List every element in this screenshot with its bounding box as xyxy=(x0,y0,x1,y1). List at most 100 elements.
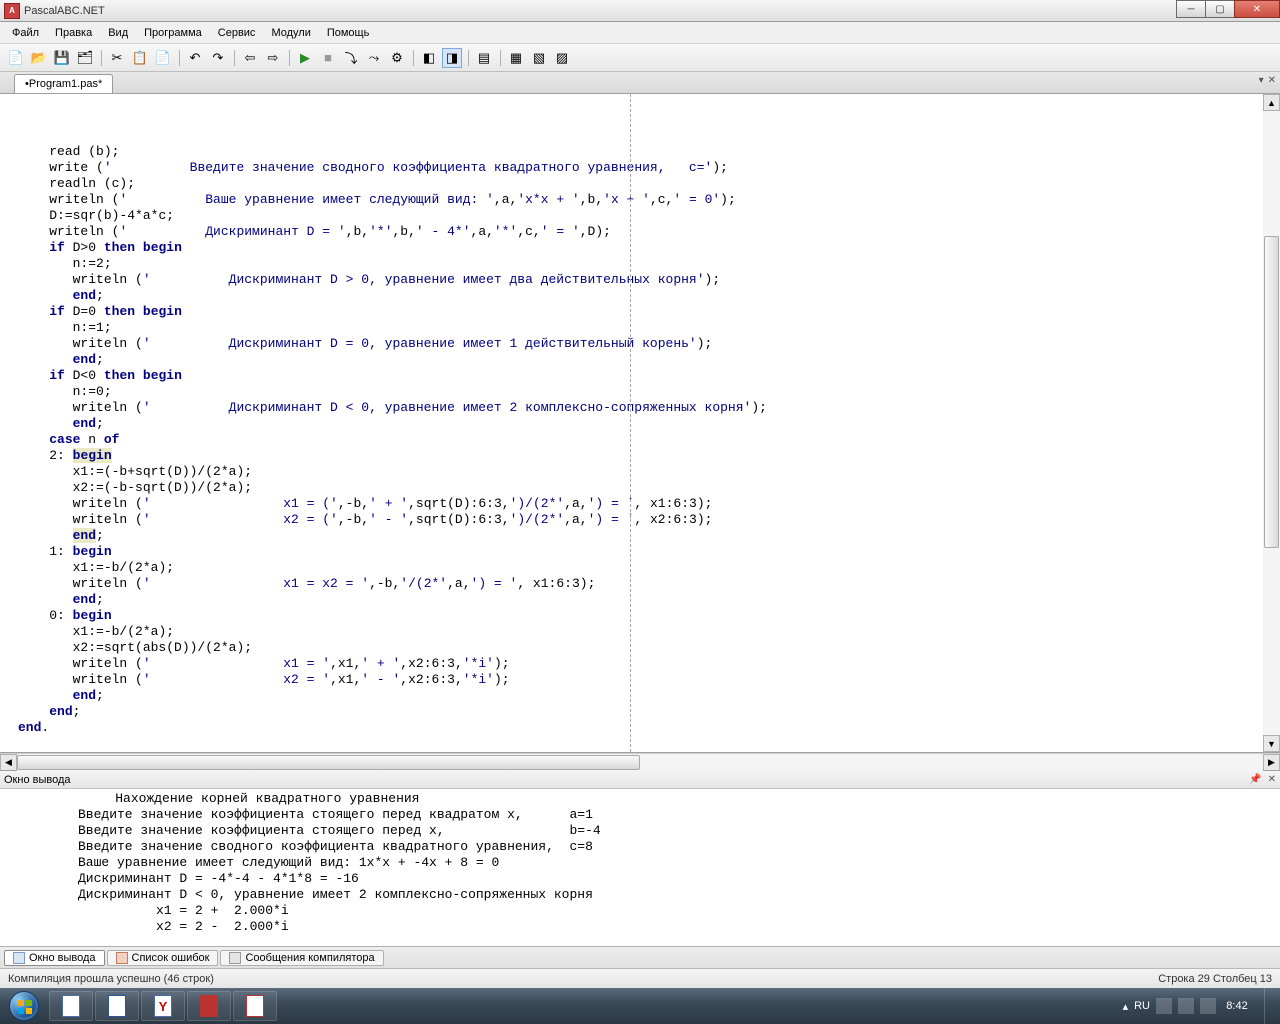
code-line: if D>0 then begin xyxy=(18,240,1274,256)
show-desktop-button[interactable] xyxy=(1264,988,1274,1024)
misc-2-icon[interactable]: ▧ xyxy=(529,48,549,68)
menu-edit[interactable]: Правка xyxy=(47,25,100,41)
code-line: end; xyxy=(18,416,1274,432)
explorer-icon xyxy=(62,995,80,1017)
code-line: if D<0 then begin xyxy=(18,368,1274,384)
code-line: x1:=-b/(2*a); xyxy=(18,624,1274,640)
new-file-icon[interactable]: 📄 xyxy=(6,48,26,68)
menu-file[interactable]: Файл xyxy=(4,25,47,41)
tab-label: •Program1.pas* xyxy=(25,78,102,90)
step-into-icon[interactable]: ⤵ xyxy=(341,48,361,68)
tab-output[interactable]: Окно вывода xyxy=(4,950,105,966)
copy-icon[interactable]: 📋 xyxy=(130,48,150,68)
yandex-icon: Y xyxy=(154,995,172,1017)
stop-icon[interactable]: ■ xyxy=(318,48,338,68)
tray-lang[interactable]: RU xyxy=(1134,1000,1150,1012)
editor-tab-program1[interactable]: •Program1.pas* xyxy=(14,74,113,93)
compile-icon[interactable]: ⚙ xyxy=(387,48,407,68)
save-all-icon[interactable]: 🗂 xyxy=(75,48,95,68)
code-line: x2:=(-b-sqrt(D))/(2*a); xyxy=(18,480,1274,496)
separator xyxy=(176,48,182,68)
taskbar-app-explorer[interactable] xyxy=(49,991,93,1021)
code-line: writeln (' x1 = x2 = ',-b,'/(2*',a,') = … xyxy=(18,576,1274,592)
close-button[interactable]: ✕ xyxy=(1234,0,1280,18)
tray-clock[interactable]: 8:42 xyxy=(1222,1000,1252,1012)
scroll-thumb-h[interactable] xyxy=(17,755,640,770)
taskbar-app-word[interactable] xyxy=(95,991,139,1021)
tab-dropdown-icon[interactable]: ▾ xyxy=(1259,75,1264,86)
output-tab-icon xyxy=(13,952,25,964)
step-over-icon[interactable]: ⤳ xyxy=(364,48,384,68)
code-line: end; xyxy=(18,592,1274,608)
tray-flag-icon[interactable] xyxy=(1156,998,1172,1014)
maximize-button[interactable]: ▢ xyxy=(1205,0,1235,18)
open-file-icon[interactable]: 📂 xyxy=(29,48,49,68)
print-margin xyxy=(630,94,631,752)
tab-errors[interactable]: Список ошибок xyxy=(107,950,219,966)
code-line: n:=0; xyxy=(18,384,1274,400)
code-editor[interactable]: read (b); write (' Введите значение свод… xyxy=(0,94,1280,752)
messages-tab-icon xyxy=(229,952,241,964)
code-line: case n of xyxy=(18,432,1274,448)
output-body[interactable]: Нахождение корней квадратного уравнения … xyxy=(0,789,1280,946)
code-line: writeln (' Ваше уравнение имеет следующи… xyxy=(18,192,1274,208)
scroll-down-icon[interactable]: ▼ xyxy=(1263,735,1280,752)
panel-close-icon[interactable]: ✕ xyxy=(1268,774,1276,785)
toggle-1-icon[interactable]: ◧ xyxy=(419,48,439,68)
separator xyxy=(98,48,104,68)
toolbar: 📄 📂 💾 🗂 ✂ 📋 📄 ↶ ↷ ⇦ ⇨ ▶ ■ ⤵ ⤳ ⚙ ◧ ◨ ▤ ▦ … xyxy=(0,44,1280,72)
tab-messages[interactable]: Сообщения компилятора xyxy=(220,950,383,966)
separator xyxy=(286,48,292,68)
vertical-scrollbar[interactable]: ▲ ▼ xyxy=(1263,94,1280,752)
taskbar-app-yandex[interactable]: Y xyxy=(141,991,185,1021)
minimize-button[interactable]: ─ xyxy=(1176,0,1206,18)
tray-volume-icon[interactable] xyxy=(1200,998,1216,1014)
code-line: read (b); xyxy=(18,144,1274,160)
nav-fwd-icon[interactable]: ⇨ xyxy=(263,48,283,68)
code-line: 2: begin xyxy=(18,448,1274,464)
pin-icon[interactable]: 📌 xyxy=(1249,774,1261,785)
code-line: end; xyxy=(18,288,1274,304)
horizontal-scrollbar[interactable]: ◀ ▶ xyxy=(0,753,1280,770)
separator xyxy=(410,48,416,68)
system-tray: ▴ RU 8:42 xyxy=(1123,988,1280,1024)
code-line: readln (c); xyxy=(18,176,1274,192)
save-icon[interactable]: 💾 xyxy=(52,48,72,68)
menu-view[interactable]: Вид xyxy=(100,25,136,41)
status-bar: Компиляция прошла успешно (46 строк) Стр… xyxy=(0,968,1280,988)
cut-icon[interactable]: ✂ xyxy=(107,48,127,68)
taskbar-app-pascalabc[interactable] xyxy=(233,991,277,1021)
misc-1-icon[interactable]: ▦ xyxy=(506,48,526,68)
scroll-right-icon[interactable]: ▶ xyxy=(1263,754,1280,771)
code-line: x1:=-b/(2*a); xyxy=(18,560,1274,576)
paste-icon[interactable]: 📄 xyxy=(153,48,173,68)
tray-expand-icon[interactable]: ▴ xyxy=(1123,1000,1129,1013)
code-line: writeln (' Дискриминант D < 0, уравнение… xyxy=(18,400,1274,416)
undo-icon[interactable]: ↶ xyxy=(185,48,205,68)
scroll-up-icon[interactable]: ▲ xyxy=(1263,94,1280,111)
bottom-tabs: Окно вывода Список ошибок Сообщения комп… xyxy=(0,946,1280,968)
menu-service[interactable]: Сервис xyxy=(210,25,264,41)
taskbar-app-pdf[interactable] xyxy=(187,991,231,1021)
word-icon xyxy=(108,995,126,1017)
redo-icon[interactable]: ↷ xyxy=(208,48,228,68)
pascalabc-icon xyxy=(246,995,264,1017)
nav-back-icon[interactable]: ⇦ xyxy=(240,48,260,68)
scroll-left-icon[interactable]: ◀ xyxy=(0,754,17,771)
code-line: x1:=(-b+sqrt(D))/(2*a); xyxy=(18,464,1274,480)
menu-program[interactable]: Программа xyxy=(136,25,210,41)
tray-network-icon[interactable] xyxy=(1178,998,1194,1014)
run-icon[interactable]: ▶ xyxy=(295,48,315,68)
menu-help[interactable]: Помощь xyxy=(319,25,378,41)
form-icon[interactable]: ▤ xyxy=(474,48,494,68)
tab-close-icon[interactable]: ✕ xyxy=(1268,75,1276,86)
tab-output-label: Окно вывода xyxy=(29,952,96,964)
toggle-2-icon[interactable]: ◨ xyxy=(442,48,462,68)
menu-modules[interactable]: Модули xyxy=(263,25,318,41)
code-line: end; xyxy=(18,352,1274,368)
code-line: end; xyxy=(18,528,1274,544)
start-button[interactable] xyxy=(0,988,48,1024)
scroll-thumb[interactable] xyxy=(1264,236,1279,548)
code-line: 0: begin xyxy=(18,608,1274,624)
misc-3-icon[interactable]: ▨ xyxy=(552,48,572,68)
